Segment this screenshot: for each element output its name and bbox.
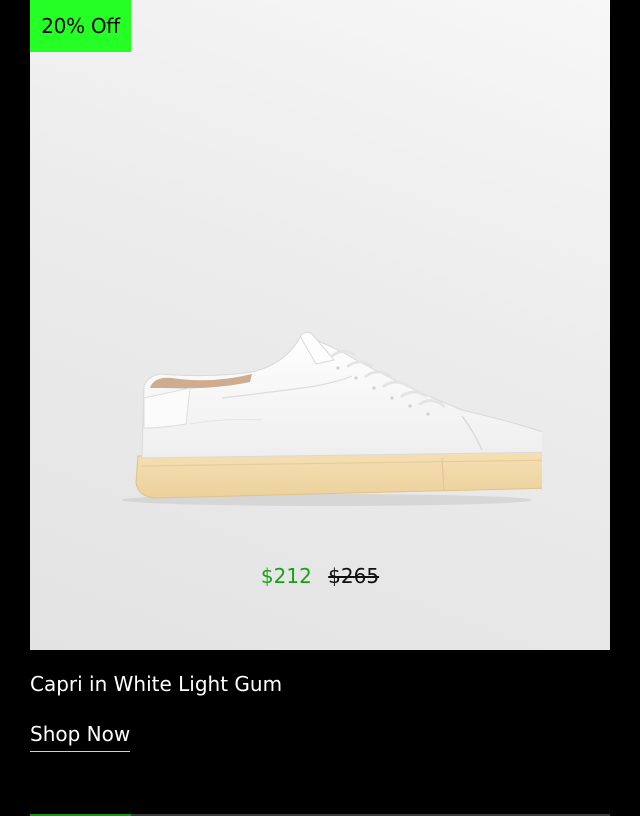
- product-card[interactable]: 20% Off $212 $265: [30, 0, 610, 650]
- sneaker-image[interactable]: [102, 328, 568, 513]
- sale-price: $212: [260, 564, 312, 588]
- sneaker-icon: [122, 331, 568, 506]
- product-name[interactable]: Capri in White Light Gum: [30, 670, 282, 698]
- shop-now-link[interactable]: Shop Now: [30, 720, 131, 752]
- original-price: $265: [328, 564, 380, 588]
- price-row: $212 $265: [30, 562, 610, 590]
- discount-badge: 20% Off: [30, 0, 131, 52]
